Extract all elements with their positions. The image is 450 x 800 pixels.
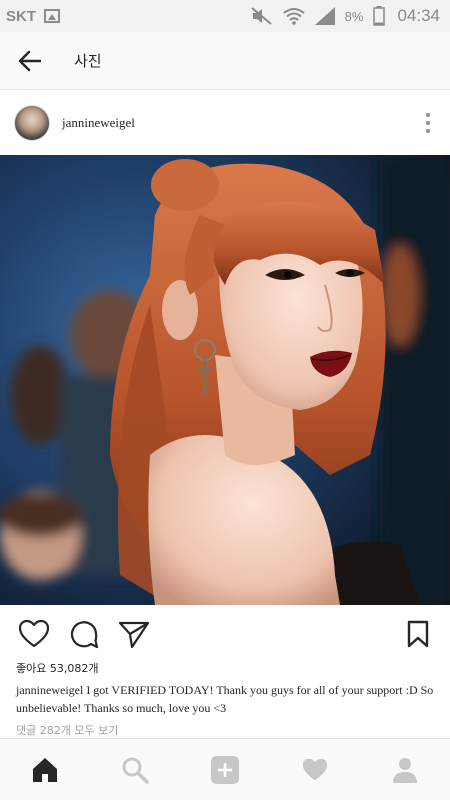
battery-percent: 8% <box>344 8 364 24</box>
activity-heart-icon <box>302 758 328 780</box>
post-header: jannineweigel <box>0 91 450 155</box>
nav-add-post[interactable] <box>197 742 253 798</box>
nav-home[interactable] <box>17 742 73 798</box>
nav-profile[interactable] <box>377 742 433 798</box>
share-icon <box>118 621 150 649</box>
search-icon <box>122 757 149 784</box>
home-icon <box>33 757 57 782</box>
bookmark-icon <box>407 620 429 648</box>
profile-icon <box>393 757 417 783</box>
app-header: 사진 <box>0 32 450 90</box>
more-vertical-icon <box>426 113 430 117</box>
wifi-icon <box>283 7 305 25</box>
portrait-illustration <box>0 155 450 605</box>
nav-activity[interactable] <box>287 742 343 798</box>
avatar[interactable] <box>14 105 50 141</box>
post-actions <box>0 605 450 663</box>
signal-icon <box>314 7 335 25</box>
nav-search[interactable] <box>107 742 163 798</box>
heart-icon <box>18 619 50 648</box>
post-username[interactable]: jannineweigel <box>62 115 135 131</box>
like-button[interactable] <box>16 616 52 652</box>
bottom-navigation <box>0 738 450 800</box>
back-arrow-icon <box>18 50 41 71</box>
comment-button[interactable] <box>66 616 102 652</box>
image-notification-icon <box>44 9 60 23</box>
share-button[interactable] <box>116 616 152 652</box>
view-all-comments-link[interactable]: 댓글 282개 모두 보기 <box>16 722 118 738</box>
post-photo[interactable] <box>0 155 450 605</box>
back-button[interactable] <box>0 32 60 90</box>
more-options-button[interactable] <box>406 101 450 145</box>
add-post-icon <box>211 755 239 784</box>
caption-username[interactable]: jannineweigel <box>16 683 83 697</box>
bookmark-button[interactable] <box>400 616 436 652</box>
battery-icon <box>373 6 386 26</box>
mute-icon <box>251 7 273 25</box>
clock: 04:34 <box>397 6 440 25</box>
page-title: 사진 <box>74 52 102 70</box>
comment-icon <box>70 621 99 649</box>
like-count[interactable]: 좋아요 53,082개 <box>16 660 98 676</box>
post-caption: jannineweigel I got VERIFIED TODAY! Than… <box>16 681 436 717</box>
carrier-label: SKT <box>6 7 36 25</box>
status-bar: SKT 8% 04:34 <box>0 0 450 32</box>
